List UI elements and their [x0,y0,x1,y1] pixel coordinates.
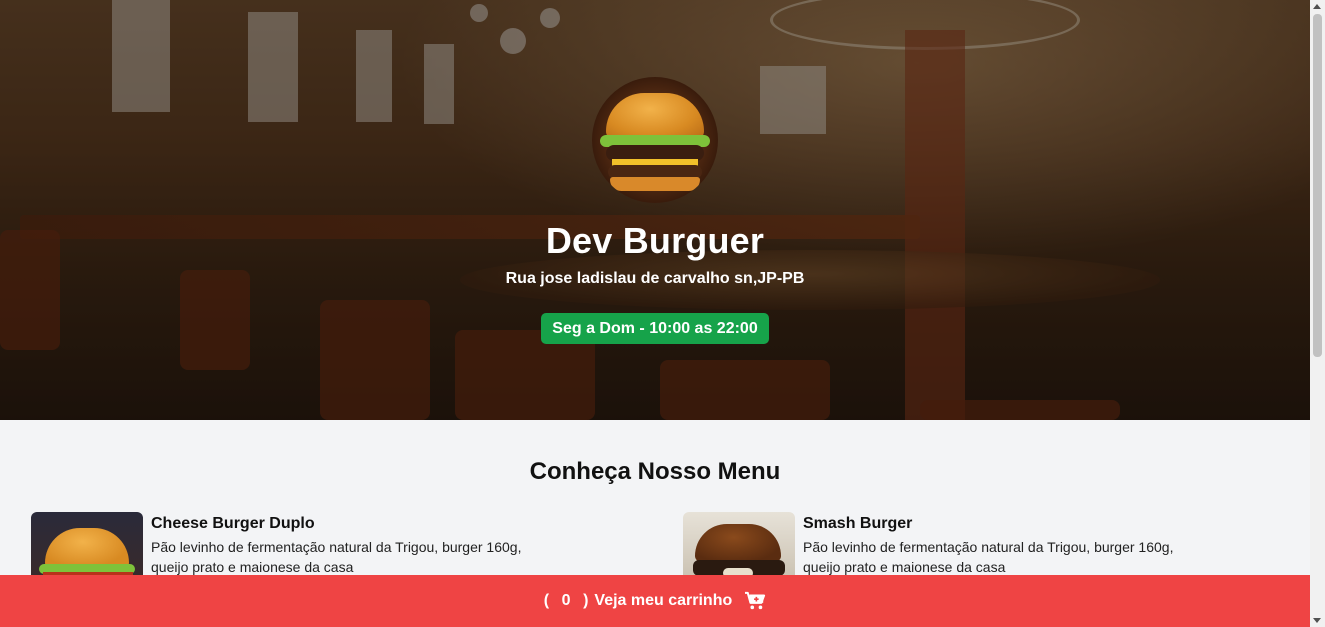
menu-item[interactable]: Smash Burger Pão levinho de fermentação … [683,512,1203,582]
menu-item-image[interactable] [683,512,795,582]
cart-plus-icon [745,591,766,610]
scrollbar-thumb[interactable] [1313,14,1322,357]
hero-overlay [0,0,1310,420]
menu-heading: Conheça Nosso Menu [529,458,781,485]
cart-count: 0 [561,592,571,609]
cart-count-open: ( [543,592,550,609]
menu-item-description: Pão levinho de fermentação natural da Tr… [151,539,522,575]
menu-item-name: Cheese Burger Duplo [151,515,315,532]
menu-item-name: Smash Burger [803,515,913,532]
restaurant-address: Rua jose ladislau de carvalho sn,JP-PB [505,270,805,287]
burger-bun-top [606,93,704,139]
scroll-down-icon[interactable] [1313,618,1321,623]
restaurant-name: Dev Burguer [545,220,765,261]
view-cart-button[interactable]: ( 0 ) Veja meu carrinho [0,575,1310,627]
restaurant-logo [592,77,718,203]
opening-hours-badge: Seg a Dom - 10:00 as 22:00 [541,313,769,344]
scrollbar[interactable] [1310,0,1325,627]
burger-bun-top [45,528,129,568]
scroll-up-icon[interactable] [1313,4,1321,9]
cart-label: Veja meu carrinho [594,592,733,609]
burger-bun-bottom [610,177,700,191]
burger-bun-top [695,524,781,562]
menu-item[interactable]: Cheese Burger Duplo Pão levinho de ferme… [31,512,551,582]
menu-item-image[interactable] [31,512,143,582]
hero-banner: Dev Burguer Rua jose ladislau de carvalh… [0,0,1310,420]
cart-count-close: ) [583,592,589,609]
menu-item-description: Pão levinho de fermentação natural da Tr… [803,539,1174,575]
